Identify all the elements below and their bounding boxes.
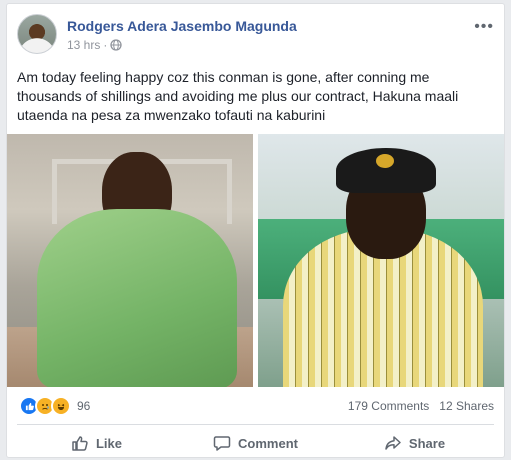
share-button[interactable]: Share xyxy=(335,428,494,457)
like-button[interactable]: Like xyxy=(17,428,176,457)
thumbs-up-icon xyxy=(72,436,88,451)
share-label: Share xyxy=(408,435,446,451)
reaction-icons[interactable] xyxy=(19,396,71,416)
post-text: Am today feeling happy coz this conman i… xyxy=(17,69,459,123)
post-meta: 13 hrs · xyxy=(67,38,123,52)
action-bar: Like Comment Share xyxy=(17,428,494,457)
reaction-count[interactable]: 96 xyxy=(77,399,90,413)
globe-icon[interactable] xyxy=(110,39,123,51)
reactions-bar: 96 179 Comments 12 Shares xyxy=(19,396,494,416)
engagement-stats: 179 Comments 12 Shares xyxy=(348,399,494,413)
photo-left[interactable] xyxy=(7,134,253,387)
post-photos xyxy=(7,134,504,387)
comments-count[interactable]: 179 Comments xyxy=(348,399,429,413)
author-name[interactable]: Rodgers Adera Jasembo Magunda xyxy=(67,18,297,34)
like-label: Like xyxy=(95,435,122,451)
author-avatar[interactable] xyxy=(17,14,57,54)
divider xyxy=(17,424,494,425)
post-header: Rodgers Adera Jasembo Magunda 13 hrs · •… xyxy=(17,14,494,62)
comment-icon xyxy=(213,436,231,451)
haha-icon xyxy=(51,396,71,416)
post-time[interactable]: 13 hrs xyxy=(67,38,100,52)
comment-button[interactable]: Comment xyxy=(176,428,335,457)
post-card: Rodgers Adera Jasembo Magunda 13 hrs · •… xyxy=(6,3,505,458)
share-icon xyxy=(385,436,401,450)
ellipsis-icon[interactable]: ••• xyxy=(474,18,494,36)
shares-count[interactable]: 12 Shares xyxy=(439,399,494,413)
comment-label: Comment xyxy=(238,435,298,451)
photo-right[interactable] xyxy=(258,134,504,387)
